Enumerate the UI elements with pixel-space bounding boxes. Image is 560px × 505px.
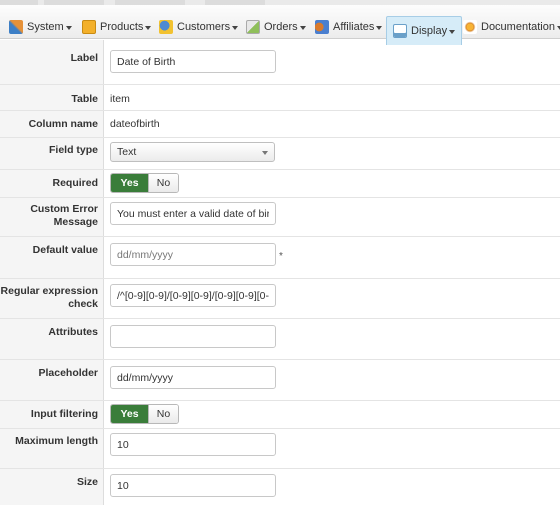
menu-affiliates-label: Affiliates <box>333 21 375 33</box>
attributes-input[interactable] <box>110 325 276 348</box>
regex-label-line1: Regular expression <box>0 285 98 297</box>
products-icon <box>82 20 96 34</box>
menu-affiliates[interactable]: Affiliates <box>315 15 383 39</box>
column-name-label: Column name <box>28 118 98 130</box>
default-value-input[interactable] <box>110 243 276 266</box>
required-yes-button[interactable]: Yes <box>111 174 148 192</box>
row-divider <box>0 169 560 170</box>
row-divider <box>0 468 560 469</box>
menu-orders[interactable]: Orders <box>246 15 306 39</box>
max-length-label: Maximum length <box>15 435 98 447</box>
required-toggle: Yes No <box>110 173 179 193</box>
field-type-select[interactable]: Text <box>110 142 275 162</box>
input-filtering-toggle: Yes No <box>110 404 179 424</box>
size-input[interactable] <box>110 474 276 497</box>
menu-customers-label: Customers <box>177 21 231 33</box>
menu-documentation-label: Documentation <box>481 21 555 33</box>
menu-orders-label: Orders <box>264 21 298 33</box>
label-field-label: Label <box>70 52 98 64</box>
table-label: Table <box>71 93 98 105</box>
input-filtering-label: Input filtering <box>30 408 98 420</box>
menu-products-label: Products <box>100 21 144 33</box>
field-type-label: Field type <box>48 144 98 156</box>
menu-customers[interactable]: Customers <box>159 15 239 39</box>
custom-error-label-line1: Custom Error <box>30 203 98 215</box>
display-icon <box>393 24 407 38</box>
menu-display-label: Display <box>411 25 448 37</box>
chevron-down-icon <box>299 25 306 30</box>
customers-icon <box>159 20 173 34</box>
attributes-label: Attributes <box>48 326 98 338</box>
placeholder-input[interactable] <box>110 366 276 389</box>
orders-icon <box>246 20 260 34</box>
row-divider <box>0 359 560 360</box>
default-value-label: Default value <box>32 244 98 256</box>
table-value: item <box>110 93 130 105</box>
menu-system[interactable]: System <box>9 15 72 39</box>
row-divider <box>0 400 560 401</box>
row-divider <box>0 278 560 279</box>
chevron-down-icon <box>449 29 456 34</box>
regex-label: Regular expression check <box>0 285 98 311</box>
size-label: Size <box>76 476 98 488</box>
menu-system-label: System <box>27 21 64 33</box>
regex-input[interactable] <box>110 284 276 307</box>
required-label: Required <box>52 177 98 189</box>
regex-label-line2: check <box>68 298 98 310</box>
required-no-button[interactable]: No <box>148 174 178 192</box>
row-divider <box>0 197 560 198</box>
chevron-down-icon <box>376 25 383 30</box>
label-input[interactable] <box>110 50 276 73</box>
row-divider <box>0 110 560 111</box>
documentation-icon <box>463 20 477 34</box>
input-filtering-no-button[interactable]: No <box>148 405 178 423</box>
column-name-value: dateofbirth <box>110 118 160 130</box>
menu-documentation[interactable]: Documentation <box>463 15 560 39</box>
row-divider <box>0 428 560 429</box>
field-type-selected: Text <box>117 146 137 158</box>
menu-products[interactable]: Products <box>82 15 152 39</box>
custom-error-label: Custom Error Message <box>0 203 98 229</box>
row-divider <box>0 84 560 85</box>
tools-icon <box>9 20 23 34</box>
required-marker: * <box>279 251 283 262</box>
main-menu-bar: System Products Customers Orders Affilia… <box>0 5 560 45</box>
row-divider <box>0 236 560 237</box>
chevron-down-icon <box>145 25 152 30</box>
row-divider <box>0 318 560 319</box>
custom-error-input[interactable] <box>110 202 276 225</box>
custom-error-label-line2: Message <box>53 216 98 228</box>
input-filtering-yes-button[interactable]: Yes <box>111 405 148 423</box>
max-length-input[interactable] <box>110 433 276 456</box>
placeholder-label: Placeholder <box>38 367 98 379</box>
chevron-down-icon <box>65 25 72 30</box>
row-divider <box>0 137 560 138</box>
affiliates-icon <box>315 20 329 34</box>
chevron-down-icon <box>232 25 239 30</box>
chevron-down-icon <box>262 151 268 155</box>
field-edit-form: Label Table item Column name dateofbirth… <box>0 40 560 505</box>
